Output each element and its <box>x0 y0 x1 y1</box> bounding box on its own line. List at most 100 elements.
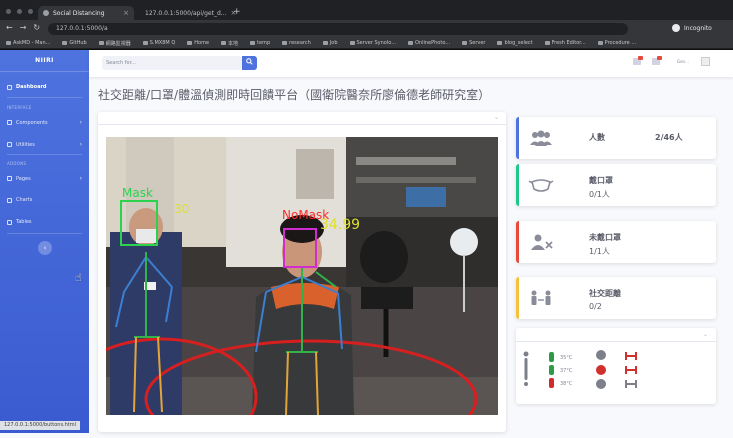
forward-icon[interactable]: → <box>20 23 27 32</box>
bookmark-item[interactable]: S.MX8M Q <box>143 40 176 46</box>
profile-label: Incognito <box>684 24 712 32</box>
hand-cursor-icon: ☝ <box>75 271 82 284</box>
bookmark-item[interactable]: AskMD - Man... <box>6 40 50 46</box>
people-count-value: 2/46人 <box>655 133 683 142</box>
profile-menu[interactable]: Incognito <box>672 24 712 32</box>
camera-feed: Mask 30 NoMask 34.99 <box>106 137 498 415</box>
no-mask-count-label: 未戴口罩 <box>589 233 621 242</box>
bookmark-item[interactable]: Home <box>187 40 209 46</box>
sidebar-heading-interface: INTERFACE <box>7 105 32 110</box>
camera-card: ⌄ Mask 30 NoMask 34.99 <box>98 112 506 432</box>
legend-temp-normal: 35°C <box>560 355 573 361</box>
messages-badge <box>657 56 662 60</box>
bookmarks-bar: AskMD - Man... GitHub 網路監視器 S.MX8M Q Home 本地 t… <box>0 38 733 49</box>
incognito-icon <box>672 24 680 32</box>
sidebar-item-label: Utilities <box>16 141 35 148</box>
sidebar-divider <box>7 97 82 98</box>
no-mask-count-value: 1/1人 <box>589 247 610 256</box>
chevron-right-icon: › <box>79 119 82 126</box>
people-count-label: 人數 <box>589 133 605 142</box>
nomask-temperature: 34.99 <box>320 217 360 233</box>
bookmark-item[interactable]: Job <box>323 40 338 46</box>
bookmark-item[interactable]: 本地 <box>221 40 238 47</box>
sidebar-item-label: Tables <box>16 219 32 225</box>
distance-icon <box>531 290 551 305</box>
sidebar-item-label: Components <box>16 119 48 126</box>
social-distance-card: 社交距離 0/2 <box>516 277 716 319</box>
alerts-badge <box>638 56 643 60</box>
browser-tab-bar: Social Distancing × 127.0.0.1:5000/api/g… <box>0 0 733 20</box>
mask-icon <box>528 179 554 192</box>
social-distance-label: 社交距離 <box>589 289 621 298</box>
search-input[interactable]: Search for... <box>102 56 242 70</box>
sidebar-item-charts[interactable]: Charts <box>7 197 82 203</box>
chart-icon <box>7 197 12 203</box>
app: NIIRI Dashboard INTERFACE Components › U… <box>0 50 733 438</box>
social-distance-value: 0/2 <box>589 302 602 311</box>
dashboard-icon <box>7 84 12 90</box>
search-icon <box>246 58 253 65</box>
bookmark-item[interactable]: temp <box>250 40 270 46</box>
mask-count-value: 0/1人 <box>589 190 610 199</box>
sidebar-heading-addons: ADDONS <box>7 161 27 166</box>
people-count-card: 人數 2/46人 <box>516 117 716 159</box>
sidebar-item-dashboard[interactable]: Dashboard <box>7 84 82 90</box>
bookmark-item[interactable]: Procedure ... <box>598 40 636 46</box>
tab-title: Social Distancing <box>53 9 105 17</box>
bookmark-item[interactable]: blog_select <box>497 40 532 46</box>
tab-title: 127.0.0.1:5000/api/get_d... <box>145 9 227 17</box>
sidebar-item-tables[interactable]: Tables <box>7 219 82 225</box>
browser-status-bar: 127.0.0.1:5000/buttons.html <box>0 421 81 430</box>
close-tab-icon[interactable]: × <box>123 9 129 17</box>
mask-count-card: 戴口罩 0/1人 <box>516 164 716 206</box>
sidebar-item-label: Charts <box>16 197 33 203</box>
card-menu-icon[interactable]: ⌄ <box>516 328 716 342</box>
mask-label: Mask <box>122 186 153 200</box>
legend-temp-fever: 38°C <box>560 381 573 387</box>
bookmark-item[interactable]: Server <box>462 40 485 46</box>
sidebar: NIIRI Dashboard INTERFACE Components › U… <box>0 50 89 433</box>
address-bar[interactable]: 127.0.0.1:5000/a <box>48 23 628 35</box>
search-button[interactable] <box>242 56 257 70</box>
back-icon[interactable]: ← <box>6 23 13 32</box>
new-tab-icon[interactable]: + <box>233 7 241 17</box>
no-mask-icon <box>531 234 553 250</box>
chevron-right-icon: › <box>79 175 82 182</box>
tab-favicon-icon <box>43 10 49 16</box>
brand-logo[interactable]: NIIRI <box>0 50 89 72</box>
camera-frame: Mask 30 NoMask 34.99 <box>106 137 498 415</box>
no-mask-count-card: 未戴口罩 1/1人 <box>516 221 716 263</box>
sidebar-item-label: Dashboard <box>16 84 47 90</box>
sidebar-item-label: Pages <box>16 175 31 182</box>
sidebar-item-pages[interactable]: Pages › <box>7 175 82 182</box>
window-controls[interactable] <box>6 9 33 14</box>
browser-tab-active[interactable]: Social Distancing × <box>38 6 134 20</box>
page-title: 社交距離/口罩/體溫偵測即時回饋平台（國衛院醫奈所廖倫德老師研究室） <box>98 88 491 102</box>
sidebar-item-components[interactable]: Components › <box>7 119 82 126</box>
bookmark-item[interactable]: 網路監視器 <box>99 40 131 47</box>
browser-toolbar: ← → ↻ 127.0.0.1:5000/a Incognito <box>0 20 733 38</box>
wrench-icon <box>7 142 12 147</box>
card-menu-icon[interactable]: ⌄ <box>98 112 506 125</box>
avatar[interactable] <box>701 57 710 66</box>
bookmark-item[interactable]: Fresh Editor... <box>545 40 586 46</box>
chevron-right-icon: › <box>79 141 82 148</box>
legend-temp-elevated: 37°C <box>560 368 573 374</box>
sidebar-divider <box>7 233 82 234</box>
people-icon <box>530 130 552 146</box>
sidebar-divider <box>7 154 82 155</box>
mask-count-label: 戴口罩 <box>589 176 613 185</box>
bookmark-item[interactable]: OnlinePhoto... <box>408 40 450 46</box>
folder-icon <box>7 176 12 181</box>
mask-temperature: 30 <box>174 202 189 216</box>
reload-icon[interactable]: ↻ <box>33 23 40 32</box>
table-icon <box>7 219 12 225</box>
sidebar-toggle-button[interactable]: ‹ <box>38 241 52 255</box>
sidebar-item-utilities[interactable]: Utilities › <box>7 141 82 148</box>
bookmark-item[interactable]: research <box>282 40 311 46</box>
bookmark-item[interactable]: Server Synolo... <box>350 40 396 46</box>
bookmark-item[interactable]: GitHub <box>62 40 86 46</box>
browser-tab[interactable]: 127.0.0.1:5000/api/get_d... × <box>136 6 236 20</box>
legend-card: ⌄ 35°C 37°C 38°C <box>516 328 716 404</box>
user-name[interactable]: Gen... <box>677 59 689 64</box>
